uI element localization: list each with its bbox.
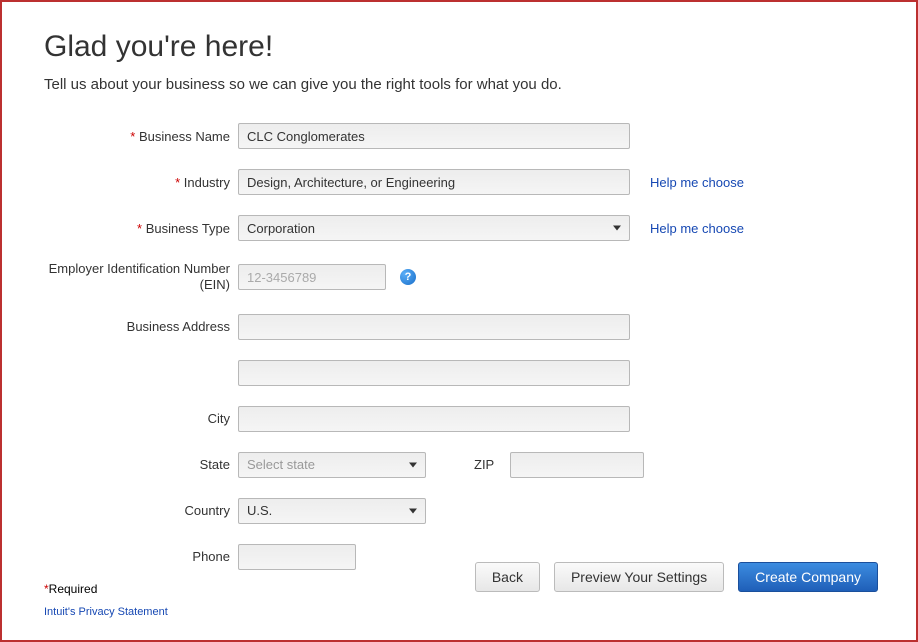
required-note: *Required — [44, 582, 168, 596]
row-business-address: Business Address — [44, 314, 874, 340]
footer-left: *Required Intuit's Privacy Statement — [44, 582, 168, 618]
required-star: * — [130, 129, 139, 144]
help-link-industry[interactable]: Help me choose — [650, 175, 744, 190]
required-star: * — [175, 175, 184, 190]
label-city: City — [44, 411, 238, 426]
business-type-select[interactable]: Corporation — [238, 215, 630, 241]
preview-settings-button[interactable]: Preview Your Settings — [554, 562, 724, 592]
ein-input[interactable] — [238, 264, 386, 290]
business-address2-input[interactable] — [238, 360, 630, 386]
chevron-down-icon — [409, 462, 417, 467]
row-country: Country U.S. — [44, 498, 874, 524]
industry-input[interactable] — [238, 169, 630, 195]
business-name-input[interactable] — [238, 123, 630, 149]
label-business-address: Business Address — [44, 319, 238, 334]
row-business-name: * Business Name — [44, 123, 874, 149]
label-state: State — [44, 457, 238, 472]
chevron-down-icon — [409, 508, 417, 513]
privacy-link[interactable]: Intuit's Privacy Statement — [44, 606, 168, 618]
row-industry: * Industry Help me choose — [44, 169, 874, 195]
label-country: Country — [44, 503, 238, 518]
label-phone: Phone — [44, 549, 238, 564]
content-area: Glad you're here! Tell us about your bus… — [2, 2, 916, 570]
row-business-type: * Business Type Corporation Help me choo… — [44, 215, 874, 241]
help-link-business-type[interactable]: Help me choose — [650, 221, 744, 236]
row-city: City — [44, 406, 874, 432]
setup-window: Glad you're here! Tell us about your bus… — [0, 0, 918, 642]
zip-input[interactable] — [510, 452, 644, 478]
row-state-zip: State Select state ZIP — [44, 452, 874, 478]
phone-input[interactable] — [238, 544, 356, 570]
label-zip: ZIP — [474, 457, 494, 472]
help-icon[interactable]: ? — [400, 269, 416, 285]
row-business-address2 — [44, 360, 874, 386]
page-subtitle: Tell us about your business so we can gi… — [44, 76, 874, 93]
row-ein: Employer Identification Number (EIN) ? — [44, 261, 874, 294]
chevron-down-icon — [613, 226, 621, 231]
label-ein: Employer Identification Number (EIN) — [44, 261, 238, 294]
city-input[interactable] — [238, 406, 630, 432]
country-select[interactable]: U.S. — [238, 498, 426, 524]
required-star: * — [137, 221, 146, 236]
label-industry: * Industry — [44, 175, 238, 190]
state-select[interactable]: Select state — [238, 452, 426, 478]
footer-buttons: Back Preview Your Settings Create Compan… — [475, 562, 878, 592]
page-title: Glad you're here! — [44, 30, 874, 64]
label-business-name: * Business Name — [44, 129, 238, 144]
label-business-type: * Business Type — [44, 221, 238, 236]
business-address1-input[interactable] — [238, 314, 630, 340]
create-company-button[interactable]: Create Company — [738, 562, 878, 592]
back-button[interactable]: Back — [475, 562, 540, 592]
